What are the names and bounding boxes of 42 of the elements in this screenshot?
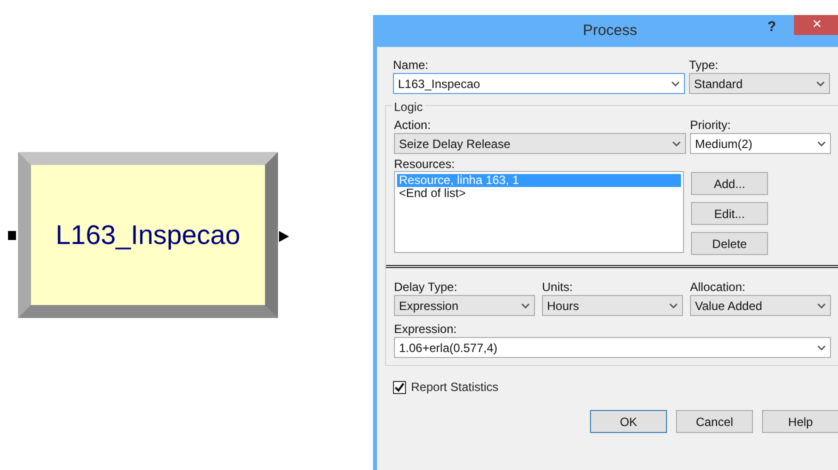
chevron-down-icon: [816, 80, 825, 86]
action-dropdown[interactable]: Seize Delay Release: [394, 133, 686, 154]
entry-port-icon: [8, 231, 16, 240]
name-field[interactable]: L163_Inspecao: [393, 73, 685, 94]
field-label: Units:: [542, 280, 574, 295]
window-title: Process: [582, 20, 638, 41]
help-button[interactable]: ?: [765, 18, 778, 34]
type-dropdown[interactable]: Standard: [689, 73, 830, 94]
chevron-down-icon: [669, 302, 678, 308]
exit-arrow-icon: [279, 231, 289, 242]
dialog-button[interactable]: Help: [762, 410, 838, 433]
list-item[interactable]: <End of list>: [397, 187, 681, 200]
module-label: L163_Inspecao: [56, 218, 240, 252]
field-label: Delay Type:: [394, 280, 458, 295]
checkmark-icon: [394, 382, 405, 392]
field-label: Expression:: [394, 322, 458, 337]
checkbox[interactable]: [393, 380, 406, 394]
resource-button[interactable]: Add...: [691, 172, 768, 195]
dialog-button[interactable]: OK: [590, 410, 667, 433]
delay-type-dropdown[interactable]: Expression: [394, 295, 535, 316]
field-label: Name:: [393, 58, 430, 73]
resource-button[interactable]: Edit...: [691, 202, 768, 225]
field-label: Action:: [394, 118, 432, 133]
chevron-down-icon: [672, 140, 681, 146]
chevron-down-icon: [817, 302, 826, 308]
chevron-down-icon: [671, 80, 680, 86]
close-button[interactable]: ×: [794, 15, 838, 35]
field-label: Resources:: [394, 157, 456, 172]
allocation-dropdown[interactable]: Value Added: [690, 295, 831, 316]
chevron-down-icon: [817, 140, 826, 146]
chevron-down-icon: [817, 344, 826, 350]
field-label: Allocation:: [690, 280, 746, 295]
priority-field[interactable]: Medium(2): [690, 133, 831, 154]
expression-field[interactable]: 1.06+erla(0.577,4): [394, 337, 831, 358]
dialog-button[interactable]: Cancel: [676, 410, 753, 433]
field-label: Priority:: [690, 118, 732, 133]
units-dropdown[interactable]: Hours: [542, 295, 683, 316]
field-label: Type:: [689, 58, 720, 73]
checkbox-label: Report Statistics: [411, 379, 498, 396]
resource-button[interactable]: Delete: [691, 232, 768, 255]
chevron-down-icon: [521, 302, 530, 308]
group-label: Logic: [392, 100, 425, 115]
